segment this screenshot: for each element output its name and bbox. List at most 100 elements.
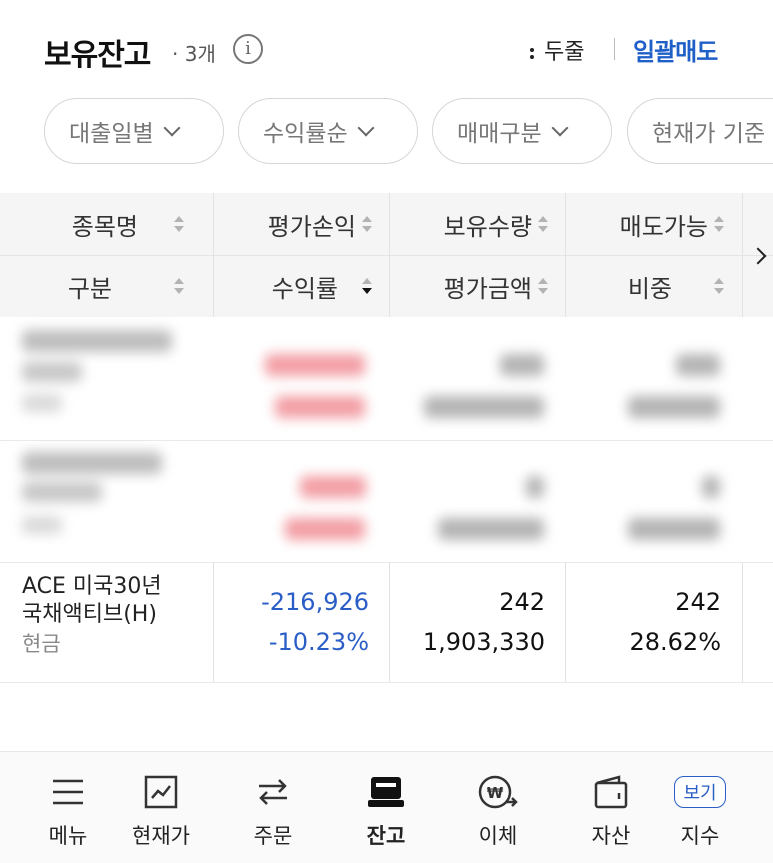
header-row-2: 구분 수익률 평가금액 비중 — [0, 255, 773, 317]
header: 보유잔고 · 3개 i 두줄 일괄매도 — [0, 0, 773, 96]
blurred-text — [676, 354, 720, 376]
col-eval-amount[interactable]: 평가금액 — [390, 255, 552, 317]
blurred-text — [628, 518, 720, 540]
balance-icon — [346, 770, 426, 814]
nav-balance[interactable]: 잔고 — [346, 770, 426, 850]
table-row-blurred[interactable] — [0, 318, 773, 438]
col-weight[interactable]: 비중 — [566, 255, 728, 317]
blurred-text — [22, 394, 62, 412]
col-sellable[interactable]: 매도가능 — [566, 193, 728, 255]
nav-index[interactable]: 보기 지수 — [660, 770, 740, 850]
blurred-text — [22, 482, 102, 502]
divider — [565, 193, 566, 317]
sort-icon — [362, 214, 372, 234]
menu-icon — [28, 770, 108, 814]
filter-price-basis[interactable]: 현재가 기준 — [627, 98, 773, 164]
filter-label: 현재가 기준 — [652, 121, 766, 147]
transfer-icon: ₩ — [458, 770, 538, 814]
sort-icon — [538, 214, 548, 234]
sort-icon — [538, 276, 548, 296]
stock-name-line2: 국채액티브(H) — [22, 602, 157, 627]
filter-trade-type[interactable]: 매매구분 — [432, 98, 612, 164]
blurred-text — [22, 330, 172, 352]
col-return-rate[interactable]: 수익률 — [214, 255, 376, 317]
nav-label: 주문 — [253, 824, 293, 848]
blurred-text — [702, 476, 720, 498]
col-label: 평가손익 — [267, 212, 356, 241]
sort-icon — [174, 276, 184, 296]
blurred-text — [22, 362, 82, 382]
chart-icon — [121, 770, 201, 814]
divider — [213, 193, 214, 317]
filter-label: 매매구분 — [457, 121, 542, 147]
blurred-text — [285, 518, 365, 540]
divider — [389, 193, 390, 317]
wallet-icon — [571, 770, 651, 814]
nav-label: 현재가 — [132, 824, 190, 848]
nav-menu[interactable]: 메뉴 — [28, 770, 108, 850]
col-label: 종목명 — [71, 212, 138, 241]
col-kind[interactable]: 구분 — [0, 255, 200, 317]
nav-transfer[interactable]: ₩ 이체 — [458, 770, 538, 850]
divider — [614, 38, 615, 60]
chevron-down-icon — [551, 119, 569, 137]
filter-label: 대출일별 — [69, 121, 154, 147]
sort-desc-icon — [362, 276, 372, 296]
eval-profit: -216,926 — [261, 588, 369, 616]
nav-label: 이체 — [478, 824, 518, 848]
filter-loan-date[interactable]: 대출일별 — [44, 98, 224, 164]
col-label: 구분 — [67, 274, 112, 303]
blurred-text — [628, 396, 720, 418]
col-quantity[interactable]: 보유수량 — [390, 193, 552, 255]
info-icon[interactable]: i — [233, 34, 263, 64]
col-label: 비중 — [627, 274, 672, 303]
sort-icon — [714, 214, 724, 234]
col-label: 매도가능 — [619, 212, 708, 241]
blurred-text — [22, 516, 62, 534]
account-kind: 현금 — [22, 632, 61, 656]
header-row-1: 종목명 평가손익 보유수량 매도가능 — [0, 193, 773, 256]
nav-label: 자산 — [591, 824, 631, 848]
page-title: 보유잔고 — [44, 38, 151, 73]
sell-all-button[interactable]: 일괄매도 — [633, 32, 718, 67]
eval-amount: 1,903,330 — [422, 628, 545, 656]
blurred-text — [526, 476, 544, 498]
blurred-text — [438, 518, 544, 540]
sort-icon — [174, 214, 184, 234]
blurred-text — [424, 396, 544, 418]
divider — [565, 562, 566, 682]
blurred-text — [265, 354, 365, 376]
two-line-toggle[interactable]: 두줄 — [530, 34, 584, 66]
return-rate: -10.23% — [268, 628, 369, 656]
nav-assets[interactable]: 자산 — [571, 770, 651, 850]
blurred-text — [22, 452, 162, 474]
blurred-text — [300, 476, 366, 498]
col-stock-name[interactable]: 종목명 — [0, 193, 200, 255]
col-eval-profit[interactable]: 평가손익 — [214, 193, 376, 255]
table-row-blurred[interactable] — [0, 442, 773, 562]
filter-bar: 대출일별 수익률순 매매구분 현재가 기준 — [0, 98, 773, 168]
divider — [742, 193, 743, 317]
divider — [742, 562, 743, 682]
weight: 28.62% — [629, 628, 721, 656]
col-label: 수익률 — [271, 274, 338, 303]
index-badge: 보기 — [674, 776, 726, 808]
bottom-nav: 메뉴 현재가 주문 잔고 ₩ 이체 자산 보기 지수 — [0, 751, 773, 863]
nav-label: 잔고 — [366, 824, 406, 848]
dots-icon — [530, 45, 536, 62]
holding-count: · 3개 — [172, 42, 216, 66]
nav-current-price[interactable]: 현재가 — [121, 770, 201, 850]
holding-quantity: 242 — [499, 588, 545, 616]
table-row[interactable]: ACE 미국30년 국채액티브(H) 현금 -216,926 -10.23% 2… — [0, 562, 773, 682]
nav-order[interactable]: 주문 — [233, 770, 313, 850]
divider — [389, 562, 390, 682]
swap-icon — [233, 770, 313, 814]
nav-label: 메뉴 — [48, 824, 88, 848]
chevron-down-icon — [163, 119, 181, 137]
col-label: 보유수량 — [443, 212, 532, 241]
filter-return-order[interactable]: 수익률순 — [238, 98, 418, 164]
col-label: 평가금액 — [443, 274, 532, 303]
blurred-text — [500, 354, 544, 376]
table-header: 종목명 평가손익 보유수량 매도가능 구분 수익률 평가금액 비중 — [0, 193, 773, 317]
chevron-down-icon — [357, 119, 375, 137]
